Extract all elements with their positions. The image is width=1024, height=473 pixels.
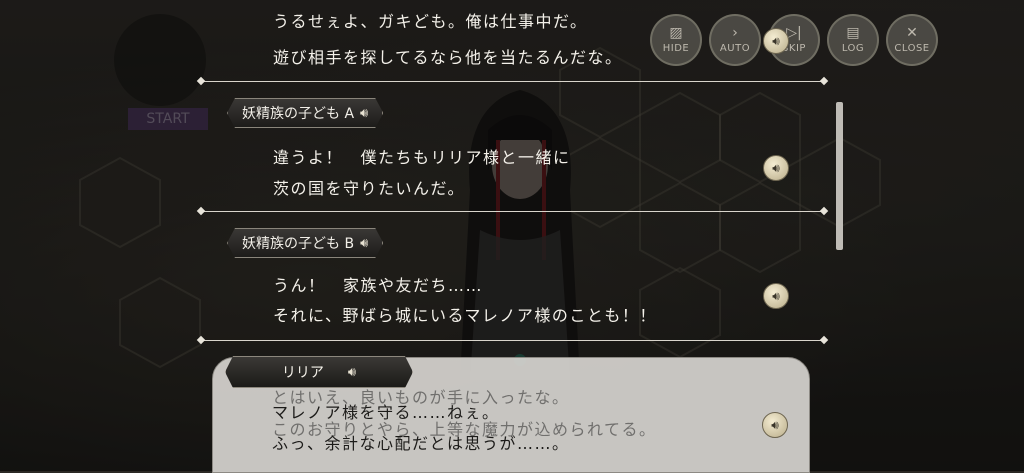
voice-replay-button[interactable]: 🔊︎	[763, 155, 789, 181]
log-divider	[200, 211, 825, 212]
dialog-speaker-name: リリア	[281, 365, 324, 381]
log-line: うん！ 家族や友だち……	[273, 276, 484, 295]
speaker-tag: 妖精族の子ども B 🔊︎	[227, 228, 383, 258]
auto-button[interactable]: › AUTO	[709, 14, 761, 66]
log-line: うるせぇよ、ガキども。俺は仕事中だ。	[273, 12, 588, 31]
hide-button[interactable]: ▨ HIDE	[650, 14, 702, 66]
voice-replay-button[interactable]: 🔊︎	[762, 412, 788, 438]
speaker-name: 妖精族の子ども A	[242, 106, 355, 122]
log-label: LOG	[841, 43, 865, 54]
voice-replay-button[interactable]: 🔊︎	[763, 283, 789, 309]
log-icon: ▤	[846, 25, 860, 41]
log-line: 茨の国を守りたいんだ。	[273, 179, 466, 198]
close-icon: ✕	[906, 25, 918, 41]
speaker-icon: 🔊︎	[772, 288, 780, 303]
dialog-line: マレノア様を守る……ねぇ。	[272, 403, 500, 422]
speaker-voice-icon[interactable]: 🔊︎	[360, 236, 368, 251]
auto-label: AUTO	[719, 43, 751, 54]
dialog-speaker-tag: リリア 🔊︎	[225, 356, 413, 388]
hide-icon: ▨	[669, 25, 683, 41]
auto-icon: ›	[732, 25, 738, 41]
speaker-voice-icon[interactable]: 🔊︎	[348, 365, 356, 380]
log-line: 遊び相手を探してるなら他を当たるんだな。	[273, 48, 623, 67]
speaker-voice-icon[interactable]: 🔊︎	[360, 106, 368, 121]
close-button[interactable]: ✕ CLOSE	[886, 14, 938, 66]
log-button[interactable]: ▤ LOG	[827, 14, 879, 66]
speaker-icon: 🔊︎	[772, 160, 780, 175]
log-line: それに、野ばら城にいるマレノア様のことも！！	[273, 306, 657, 325]
log-divider	[200, 81, 825, 82]
speaker-icon: 🔊︎	[771, 417, 779, 432]
log-divider	[200, 340, 825, 341]
speaker-tag: 妖精族の子ども A 🔊︎	[227, 98, 383, 128]
log-scrollbar[interactable]	[836, 102, 843, 250]
toolbar: ▨ HIDE › AUTO ▷| SKIP ▤ LOG ✕ CLOSE	[650, 14, 938, 66]
speaker-name: 妖精族の子ども B	[242, 236, 355, 252]
close-label: CLOSE	[894, 43, 930, 54]
voice-replay-button[interactable]: 🔊︎	[763, 28, 789, 54]
log-line: 違うよ！ 僕たちもリリア様と一緒に	[273, 148, 571, 167]
speaker-icon: 🔊︎	[772, 33, 780, 48]
dialog-line: ふっ、余計な心配だとは思うが……。	[272, 434, 570, 453]
hide-label: HIDE	[662, 43, 690, 54]
